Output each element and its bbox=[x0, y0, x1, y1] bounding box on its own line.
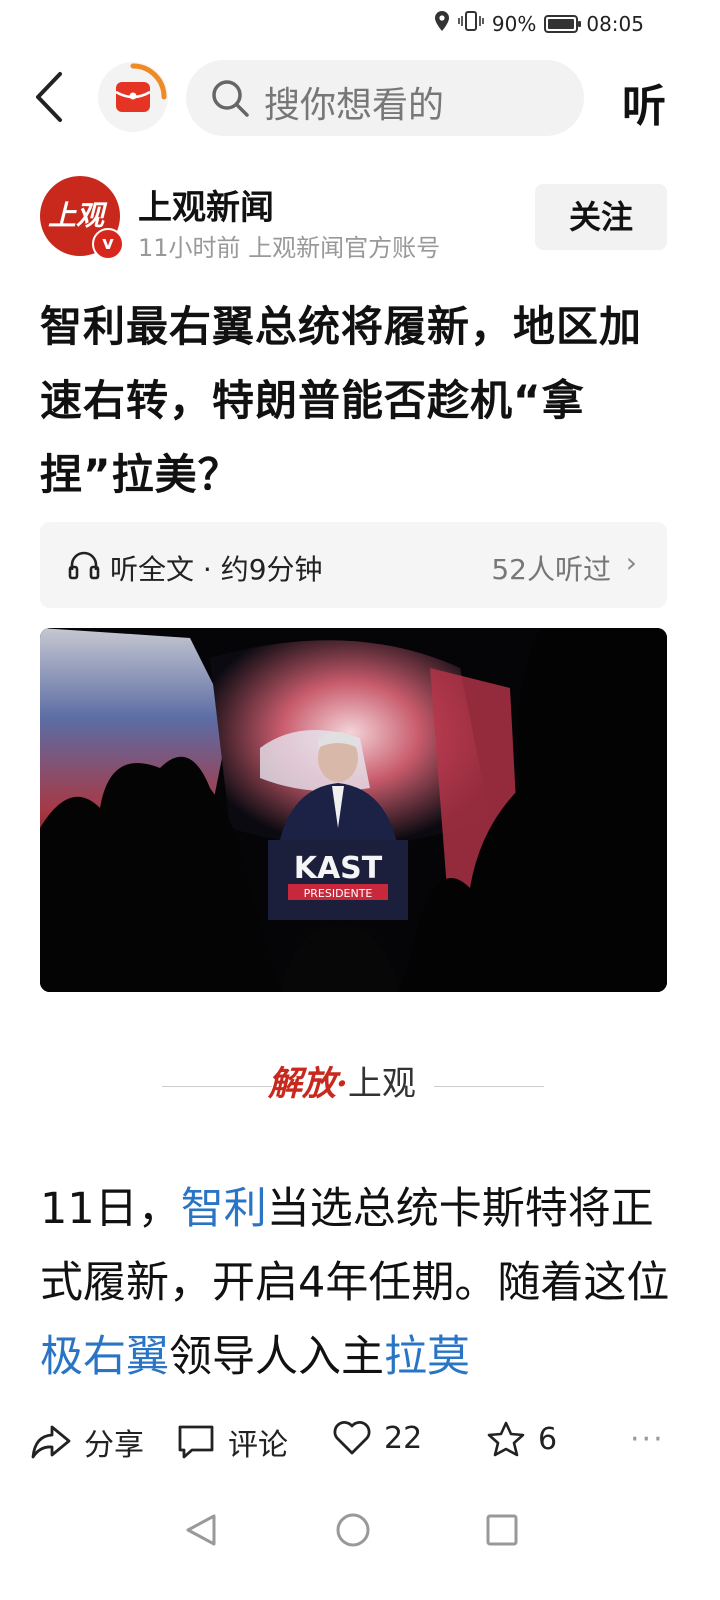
avatar-text: 上观 bbox=[48, 199, 105, 232]
chevron-right-icon: › bbox=[625, 546, 637, 579]
nav-recents-icon[interactable] bbox=[486, 1514, 518, 1546]
comment-icon bbox=[178, 1425, 214, 1459]
divider-right bbox=[434, 1086, 544, 1087]
link-la-moneda[interactable]: 拉莫 bbox=[384, 1332, 470, 1382]
article-body: 11日，智利当选总统卡斯特将正式履新，开启4年任期。随着这位极右翼领导人入主拉莫 bbox=[40, 1172, 680, 1394]
status-right: 90% 08:05 bbox=[434, 10, 644, 37]
comment-button[interactable]: 评论 bbox=[176, 1420, 288, 1464]
share-button[interactable]: 分享 bbox=[30, 1420, 144, 1464]
verified-badge-icon: v bbox=[92, 228, 124, 260]
nav-back-icon[interactable] bbox=[186, 1514, 216, 1546]
like-count: 22 bbox=[384, 1420, 423, 1456]
body-text: 领导人入主 bbox=[169, 1332, 384, 1382]
body-text: 11日， bbox=[40, 1184, 181, 1234]
search-placeholder: 搜你想看的 bbox=[264, 85, 445, 126]
comment-label: 评论 bbox=[228, 1428, 288, 1463]
back-arrow-icon bbox=[36, 72, 62, 122]
share-label: 分享 bbox=[84, 1428, 144, 1463]
vibrate-icon bbox=[458, 10, 484, 37]
author-name[interactable]: 上观新闻 bbox=[138, 180, 274, 229]
link-chile[interactable]: 智利 bbox=[181, 1184, 267, 1234]
battery-percent: 90% bbox=[491, 11, 537, 36]
source-logo-red: 解放 bbox=[268, 1064, 336, 1104]
clock: 08:05 bbox=[586, 11, 644, 36]
listen-button[interactable]: 听 bbox=[622, 70, 666, 134]
star-icon bbox=[487, 1421, 525, 1457]
system-nav-bar bbox=[0, 1490, 720, 1600]
photo-illustration: KAST PRESIDENTE bbox=[40, 628, 667, 992]
location-icon bbox=[434, 10, 450, 37]
nav-home-icon[interactable] bbox=[336, 1513, 370, 1547]
favorite-count: 6 bbox=[538, 1421, 558, 1457]
red-packet-icon bbox=[115, 63, 167, 112]
back-button[interactable] bbox=[30, 70, 70, 124]
source-logo: 解放·上观 bbox=[268, 1056, 416, 1105]
share-icon bbox=[31, 1425, 71, 1459]
status-bar: 90% 08:05 bbox=[0, 0, 720, 48]
source-logo-black: 上观 bbox=[347, 1064, 416, 1104]
article-photo[interactable]: KAST PRESIDENTE bbox=[40, 628, 667, 992]
search-icon bbox=[212, 80, 249, 117]
battery-icon bbox=[544, 14, 582, 33]
listen-full-text-bar[interactable]: 听全文 · 约9分钟 52人听过 › bbox=[40, 522, 667, 608]
heart-icon bbox=[333, 1421, 371, 1455]
author-meta: 11小时前 上观新闻官方账号 bbox=[138, 234, 441, 262]
podium-text: KAST bbox=[294, 851, 383, 886]
divider-left bbox=[162, 1086, 272, 1087]
follow-button[interactable]: 关注 bbox=[535, 184, 667, 250]
podium-subtext: PRESIDENTE bbox=[304, 887, 373, 900]
listen-duration-label: 听全文 · 约9分钟 bbox=[110, 553, 323, 586]
action-bar: 分享 评论 22 6 ··· bbox=[0, 1400, 720, 1480]
source-logo-dot: · bbox=[336, 1064, 348, 1104]
link-far-right[interactable]: 极右翼 bbox=[40, 1332, 169, 1382]
like-button[interactable]: 22 bbox=[332, 1420, 422, 1456]
article-title: 智利最右翼总统将履新，地区加速右转，特朗普能否趁机“拿捏”拉美？ bbox=[40, 302, 643, 499]
favorite-button[interactable]: 6 bbox=[486, 1420, 557, 1458]
listener-count: 52人听过 bbox=[491, 553, 611, 586]
headphones-icon bbox=[68, 551, 100, 580]
search-bar[interactable]: 搜你想看的 bbox=[186, 60, 584, 136]
red-packet-button[interactable] bbox=[98, 62, 168, 132]
more-options-icon[interactable]: ··· bbox=[630, 1422, 665, 1457]
